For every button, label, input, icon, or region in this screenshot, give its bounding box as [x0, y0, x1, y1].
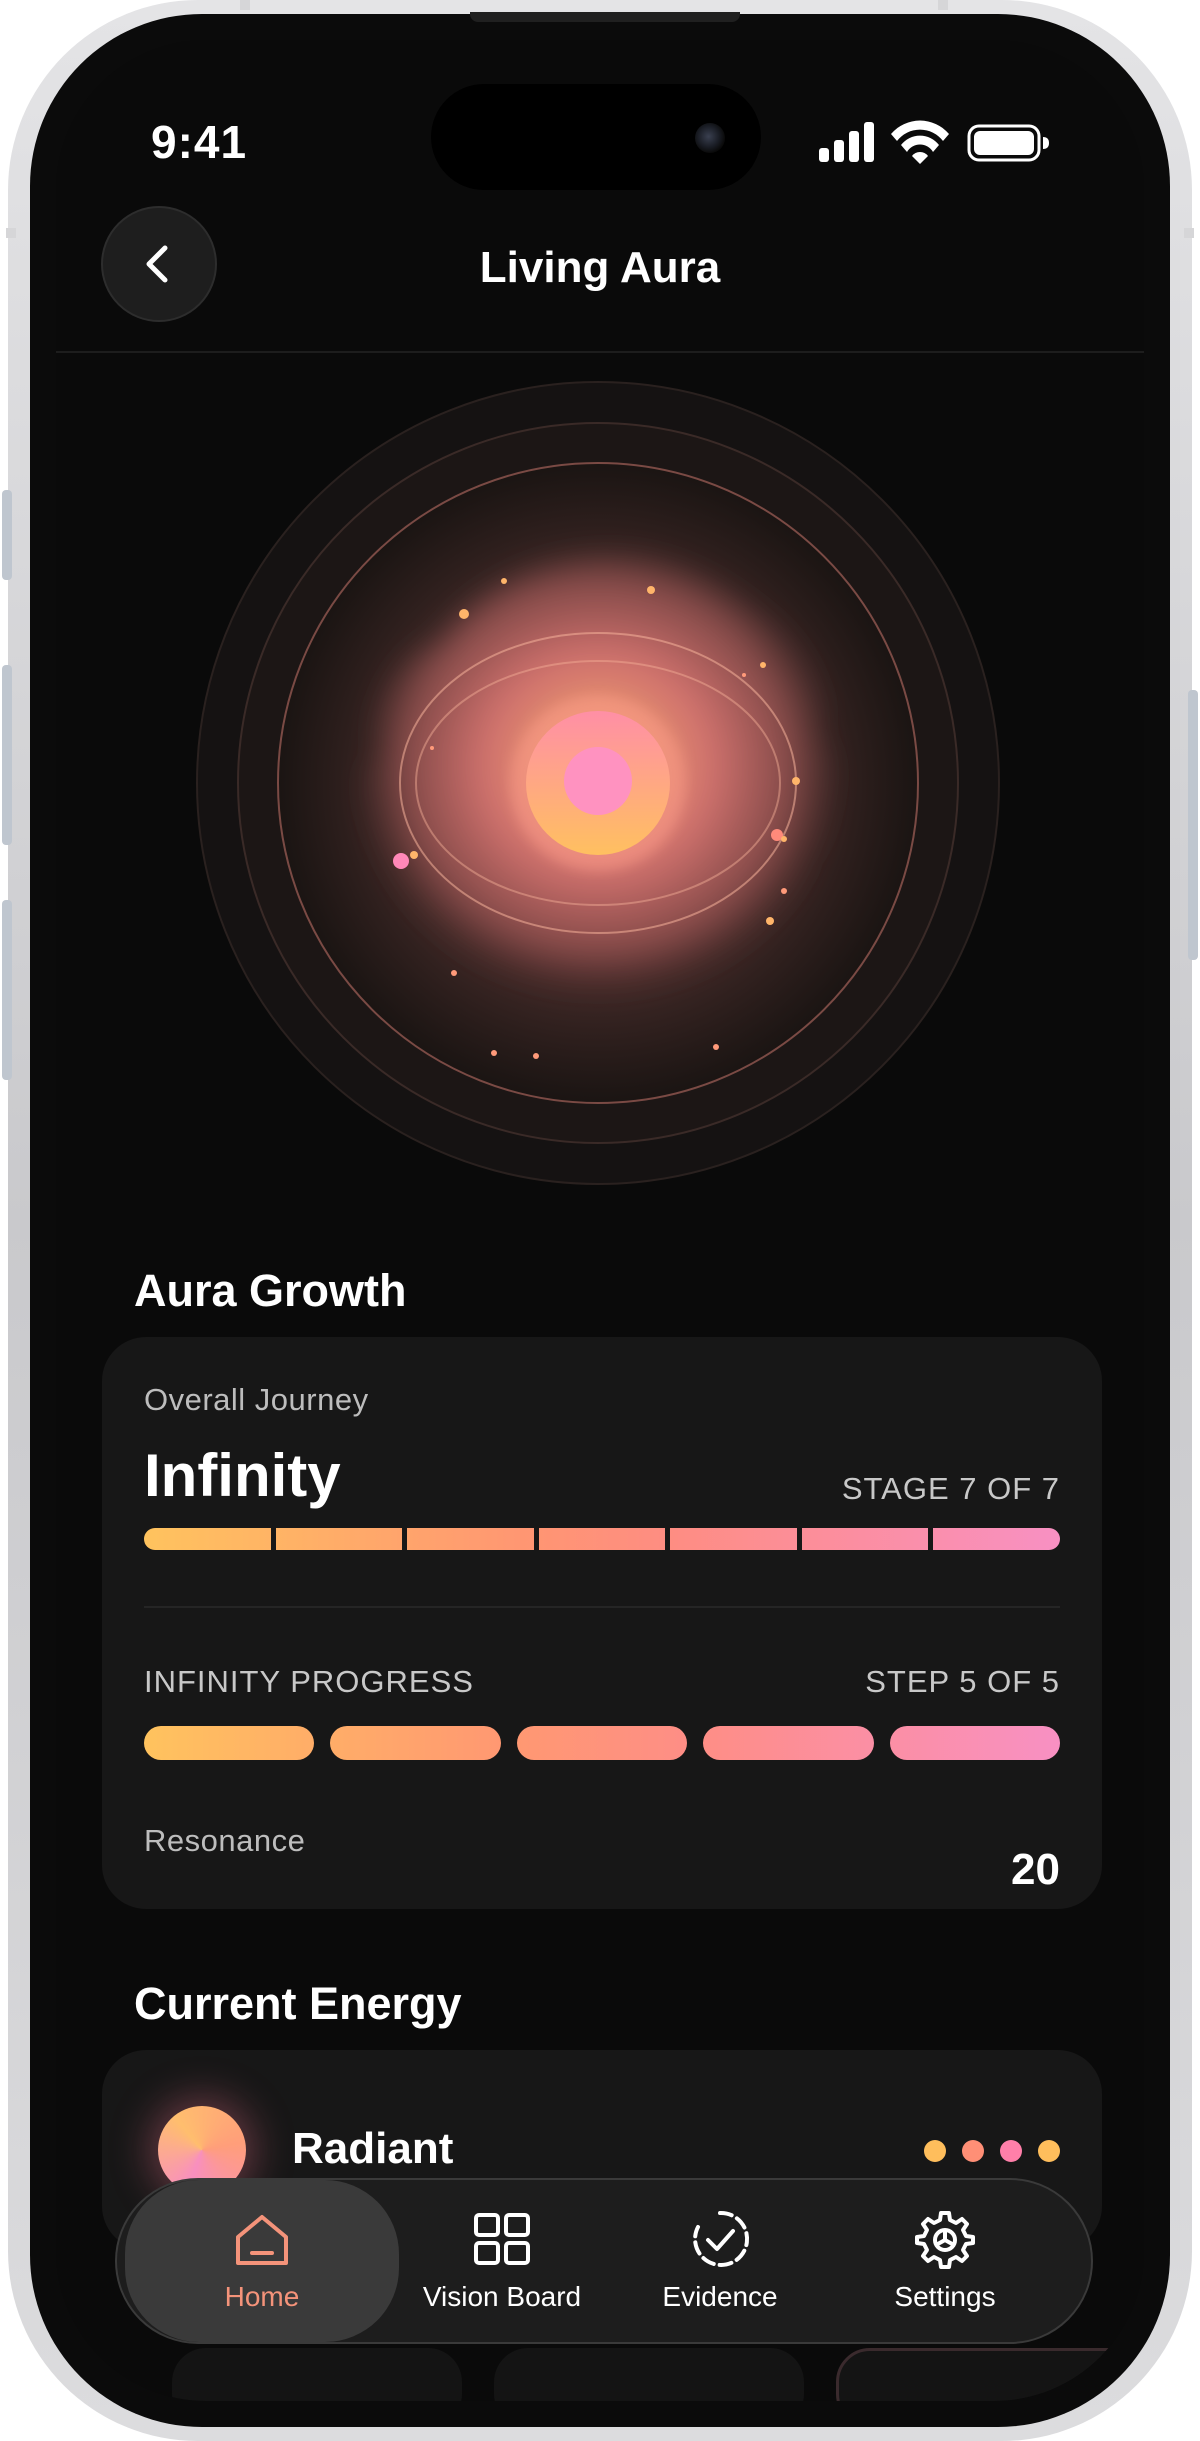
energy-name: Radiant	[292, 2124, 454, 2173]
tab-label: Home	[224, 2281, 300, 2312]
tab-label: Evidence	[662, 2281, 778, 2312]
aura-growth-title: Aura Growth	[134, 1265, 407, 1316]
antenna-band	[1184, 228, 1194, 238]
stage-segment	[407, 1528, 534, 1550]
peek-card	[836, 2348, 1144, 2401]
stage-segment	[933, 1528, 1060, 1550]
stage-segment	[670, 1528, 797, 1550]
tab-label: Vision Board	[422, 2281, 582, 2312]
status-icons	[819, 112, 1059, 172]
antenna-band	[240, 0, 250, 10]
energy-dots	[924, 2140, 1060, 2162]
dynamic-island	[431, 84, 761, 190]
step-segment	[889, 1726, 1061, 1760]
step-segment	[330, 1726, 501, 1760]
stage-segment	[801, 1528, 929, 1550]
speaker-grille	[470, 12, 740, 22]
antenna-band	[938, 0, 948, 10]
step-counter: STEP 5 OF 5	[865, 1664, 1060, 1699]
front-camera-icon	[695, 123, 725, 153]
resonance-value: 20	[1011, 1845, 1060, 1894]
energy-dot	[1000, 2140, 1022, 2162]
step-progress-bar	[144, 1726, 1061, 1760]
grid-icon	[472, 2209, 532, 2269]
battery-icon	[967, 124, 1049, 162]
check-circle-icon	[690, 2209, 750, 2269]
aura-core-center	[564, 747, 632, 815]
home-icon	[232, 2209, 292, 2269]
card-divider	[144, 1606, 1060, 1608]
stage-segment	[538, 1528, 666, 1550]
energy-dot	[962, 2140, 984, 2162]
overall-journey-label: Overall Journey	[144, 1382, 369, 1417]
screen: 9:41 Living Aura Aura Growth Overall Jou…	[56, 40, 1144, 2401]
power-button	[1188, 690, 1198, 960]
peek-card	[494, 2348, 804, 2401]
aura-growth-card: Overall Journey Infinity STAGE 7 OF 7 IN…	[102, 1337, 1102, 1909]
volume-down-button	[2, 900, 12, 1080]
resonance-label: Resonance	[144, 1823, 306, 1858]
tab-settings[interactable]: Settings	[835, 2180, 1055, 2342]
cellular-signal-icon	[819, 122, 874, 162]
tab-bar: Home Vision Board Evidence Settings	[115, 2178, 1093, 2344]
tab-home[interactable]: Home	[125, 2180, 399, 2342]
tab-vision-board[interactable]: Vision Board	[399, 2180, 605, 2342]
current-energy-title: Current Energy	[134, 1978, 462, 2029]
aura-visualization	[196, 381, 1000, 1185]
wifi-icon	[891, 120, 949, 164]
stage-segment	[144, 1528, 271, 1550]
header-divider	[56, 351, 1144, 353]
step-segment	[516, 1726, 688, 1760]
tab-label: Settings	[894, 2281, 996, 2312]
page-title: Living Aura	[479, 243, 721, 292]
energy-dot	[924, 2140, 946, 2162]
infinity-progress-label: INFINITY PROGRESS	[144, 1664, 474, 1699]
stage-segment	[275, 1528, 403, 1550]
peek-card	[172, 2348, 462, 2401]
stage-counter: STAGE 7 OF 7	[841, 1471, 1060, 1506]
stage-progress-bar	[144, 1528, 1060, 1550]
volume-up-button	[2, 665, 12, 845]
antenna-band	[6, 228, 16, 238]
status-time: 9:41	[151, 116, 248, 168]
step-segment	[144, 1726, 315, 1760]
gear-icon	[915, 2209, 975, 2269]
tab-evidence[interactable]: Evidence	[605, 2180, 835, 2342]
stage-name: Infinity	[144, 1442, 341, 1509]
mute-switch	[2, 490, 12, 580]
step-segment	[703, 1726, 874, 1760]
energy-dot	[1038, 2140, 1060, 2162]
